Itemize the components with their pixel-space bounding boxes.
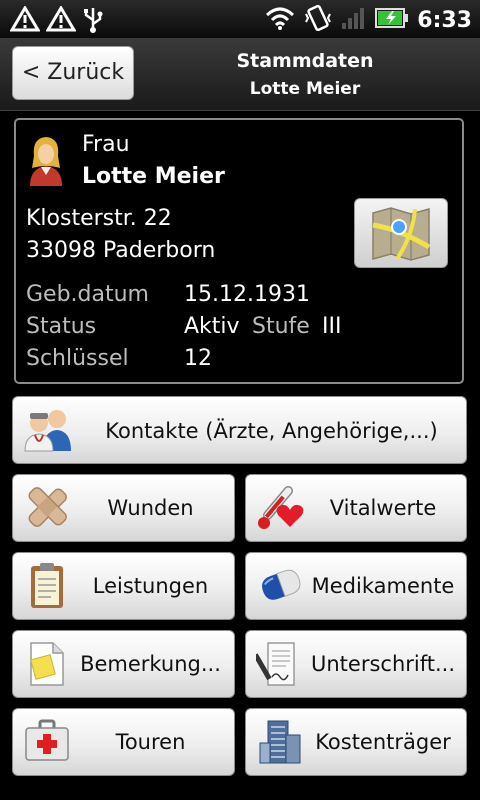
signatures-label: Unterschrift... (310, 652, 456, 676)
birthdate-label: Geb.datum (26, 282, 149, 307)
patient-city: 33098 Paderborn (26, 238, 216, 263)
back-button[interactable]: < Zurück (12, 46, 134, 100)
cost-bearer-label: Kostenträger (315, 730, 451, 754)
female-patient-icon (26, 134, 66, 186)
first-aid-kit-icon (23, 717, 71, 765)
contacts-icon (23, 405, 71, 453)
clock: 6:33 (417, 7, 472, 33)
usb-icon (82, 6, 104, 38)
thermometer-heart-icon (256, 483, 304, 531)
wifi-icon (265, 5, 295, 35)
stufe-value: III (322, 314, 342, 339)
signatures-button[interactable]: Unterschrift... (245, 630, 467, 698)
tours-label: Touren (115, 730, 186, 754)
cost-bearer-button[interactable]: Kostenträger (245, 708, 467, 776)
status-value: Aktiv (184, 314, 240, 339)
patient-card: Frau Lotte Meier Klosterstr. 22 33098 Pa… (14, 118, 464, 384)
services-label: Leistungen (92, 574, 209, 598)
stufe-label: Stufe (252, 314, 310, 339)
battery-charging-icon (375, 7, 409, 33)
contacts-button[interactable]: Kontakte (Ärzte, Angehörige,...) (12, 396, 467, 464)
vibrate-icon (303, 4, 333, 36)
note-icon (23, 639, 71, 687)
status-label: Status (26, 314, 97, 339)
remarks-label: Bemerkung... (80, 652, 221, 676)
bandage-icon (23, 483, 71, 531)
patient-name: Lotte Meier (82, 164, 225, 189)
remarks-button[interactable]: Bemerkung... (12, 630, 235, 698)
page-title: Stammdaten (236, 50, 374, 72)
page-subtitle: Lotte Meier (249, 79, 361, 99)
warning-icon (45, 5, 77, 38)
key-value: 12 (184, 346, 212, 371)
patient-salutation: Frau (82, 132, 130, 157)
vitals-label: Vitalwerte (329, 496, 437, 520)
vitals-button[interactable]: Vitalwerte (245, 474, 467, 542)
warning-icon (9, 5, 41, 38)
birthdate-value: 15.12.1931 (184, 282, 310, 307)
map-button[interactable] (354, 198, 448, 268)
wounds-label: Wunden (107, 496, 194, 520)
contacts-label: Kontakte (Ärzte, Angehörige,...) (105, 419, 438, 443)
contract-pen-icon (253, 639, 304, 687)
status-bar: 6:33 (0, 0, 480, 39)
patient-street: Klosterstr. 22 (26, 206, 172, 231)
services-button[interactable]: Leistungen (12, 552, 235, 620)
clipboard-icon (23, 561, 71, 609)
tours-button[interactable]: Touren (12, 708, 235, 776)
wounds-button[interactable]: Wunden (12, 474, 235, 542)
medications-button[interactable]: Medikamente (245, 552, 467, 620)
medications-label: Medikamente (311, 574, 455, 598)
signal-icon (341, 6, 367, 34)
office-building-icon (256, 717, 304, 765)
pill-capsule-icon (256, 561, 304, 609)
key-label: Schlüssel (26, 346, 129, 371)
title-bar: < Zurück Stammdaten Lotte Meier (0, 38, 480, 111)
